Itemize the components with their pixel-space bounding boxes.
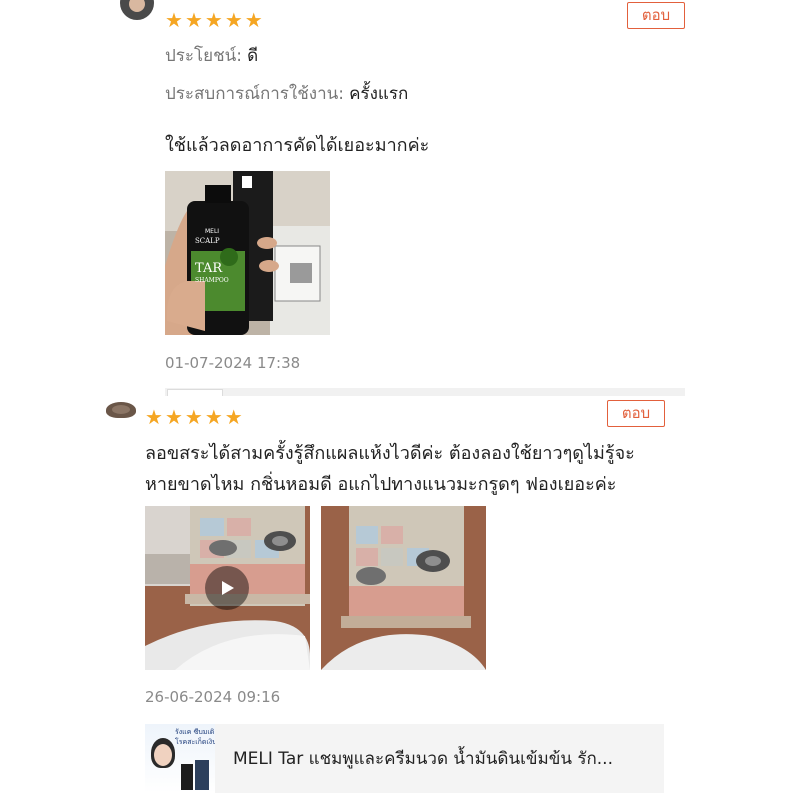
review-photo[interactable]: MELI SCALP TAR SHAMPOO: [165, 171, 330, 335]
experience-value: ครั้งแรก: [349, 84, 409, 104]
rating-stars: ★ ★ ★ ★ ★: [165, 10, 263, 30]
star-icon: ★: [204, 8, 223, 32]
thumbnail-subheading: โรคสะเก็ดเงิน: [175, 738, 215, 746]
product-brand: MELI: [205, 228, 220, 235]
review-comment-line2: หายขาดไหม กชิ่นหอมดี อแกไปทางแนวมะกรูดๆ …: [145, 474, 617, 495]
star-icon: ★: [244, 8, 263, 32]
rating-stars: ★ ★ ★ ★ ★: [145, 407, 243, 427]
review-comment-line1: ลอขสระได้สามครั้งรู้สึกแผลแห้งไวดีค่ะ ต้…: [145, 443, 635, 464]
star-icon: ★: [204, 405, 223, 429]
star-icon: ★: [164, 405, 183, 429]
review-video[interactable]: [145, 506, 310, 670]
play-icon[interactable]: [205, 566, 249, 610]
star-icon: ★: [184, 8, 203, 32]
star-icon: ★: [184, 405, 203, 429]
star-icon: ★: [224, 8, 243, 32]
product-thumbnail: รังแค ซีบมเดิ โรคสะเก็ดเงิน: [145, 724, 215, 793]
star-icon: ★: [145, 405, 163, 429]
reply-button[interactable]: ตอบ: [627, 2, 685, 29]
benefit-row: ประโยชน์: ดี: [165, 42, 258, 69]
experience-label: ประสบการณ์การใช้งาน:: [165, 84, 344, 104]
product-line: SCALP: [195, 237, 220, 245]
star-icon: ★: [165, 8, 183, 32]
product-card[interactable]: รังแค ซีบมเดิ โรคสะเก็ดเงิน MELI Tar แชม…: [145, 724, 664, 793]
reply-button[interactable]: ตอบ: [607, 400, 665, 427]
product-strip-peek[interactable]: [165, 388, 685, 398]
product-subname: SHAMPOO: [195, 277, 229, 284]
product-name: TAR: [195, 261, 223, 276]
review-comment: ใช้แล้วลดอาการคัดได้เยอะมากค่ะ: [165, 135, 430, 156]
reviewer-avatar[interactable]: [106, 402, 136, 418]
star-icon: ★: [224, 405, 243, 429]
review-photo[interactable]: [321, 506, 486, 670]
reviewer-avatar[interactable]: [120, 0, 154, 20]
review-timestamp: 26-06-2024 09:16: [145, 688, 281, 706]
experience-row: ประสบการณ์การใช้งาน: ครั้งแรก: [165, 80, 408, 107]
review-timestamp: 01-07-2024 17:38: [165, 354, 301, 372]
product-title: MELI Tar แชมพูและครีมนวด น้ำมันดินเข้มข้…: [233, 749, 613, 769]
benefit-value: ดี: [247, 46, 259, 66]
benefit-label: ประโยชน์:: [165, 46, 243, 66]
